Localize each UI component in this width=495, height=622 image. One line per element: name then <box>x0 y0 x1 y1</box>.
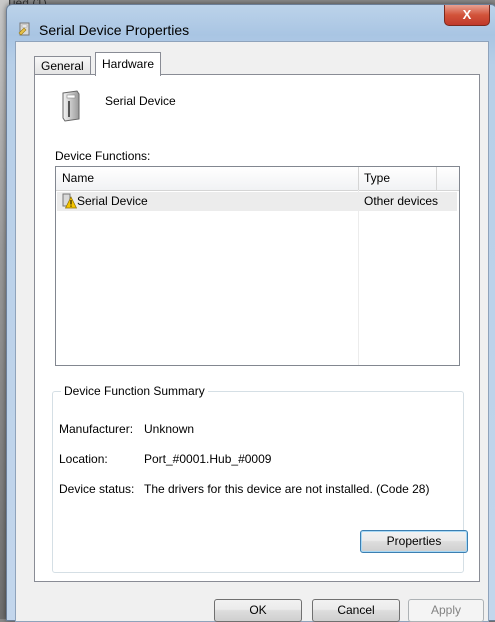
manufacturer-value: Unknown <box>144 422 195 436</box>
column-divider[interactable] <box>358 167 359 190</box>
warning-device-icon <box>61 193 78 212</box>
title-bar[interactable]: Serial Device Properties X <box>7 5 495 41</box>
location-value: Port_#0001.Hub_#0009 <box>144 452 272 466</box>
device-functions-list[interactable]: Name Type Serial Device Other devices <box>55 166 460 366</box>
summary-group-title: Device Function Summary <box>61 384 208 398</box>
manufacturer-label: Manufacturer: <box>59 422 134 436</box>
tab-general[interactable]: General <box>34 56 91 75</box>
device-name: Serial Device <box>105 94 176 108</box>
dialog-client-area: General Hardware Serial Device Device Fu… <box>15 41 489 622</box>
device-manager-icon <box>17 21 33 37</box>
tab-hardware[interactable]: Hardware <box>95 52 162 76</box>
close-icon: X <box>462 7 472 22</box>
device-functions-label: Device Functions: <box>55 149 151 163</box>
device-status-value: The drivers for this device are not inst… <box>144 482 430 496</box>
column-header-name[interactable]: Name <box>62 171 94 185</box>
window-title: Serial Device Properties <box>39 22 190 38</box>
hardware-tab-panel: Serial Device Device Functions: Name Typ… <box>34 74 480 582</box>
row-device-type: Other devices <box>364 194 439 208</box>
list-row[interactable]: Serial Device Other devices <box>57 192 457 211</box>
close-button[interactable]: X <box>444 5 490 26</box>
list-header: Name Type <box>56 167 459 191</box>
row-device-name: Serial Device <box>77 194 148 208</box>
location-label: Location: <box>59 452 108 466</box>
column-divider[interactable] <box>436 167 437 190</box>
properties-dialog: Serial Device Properties X General Hardw… <box>6 4 495 622</box>
column-header-type[interactable]: Type <box>364 171 390 185</box>
properties-button[interactable]: Properties <box>360 530 468 553</box>
device-status-label: Device status: <box>59 482 135 496</box>
column-gridline <box>358 190 359 365</box>
serial-port-device-icon <box>59 90 83 125</box>
